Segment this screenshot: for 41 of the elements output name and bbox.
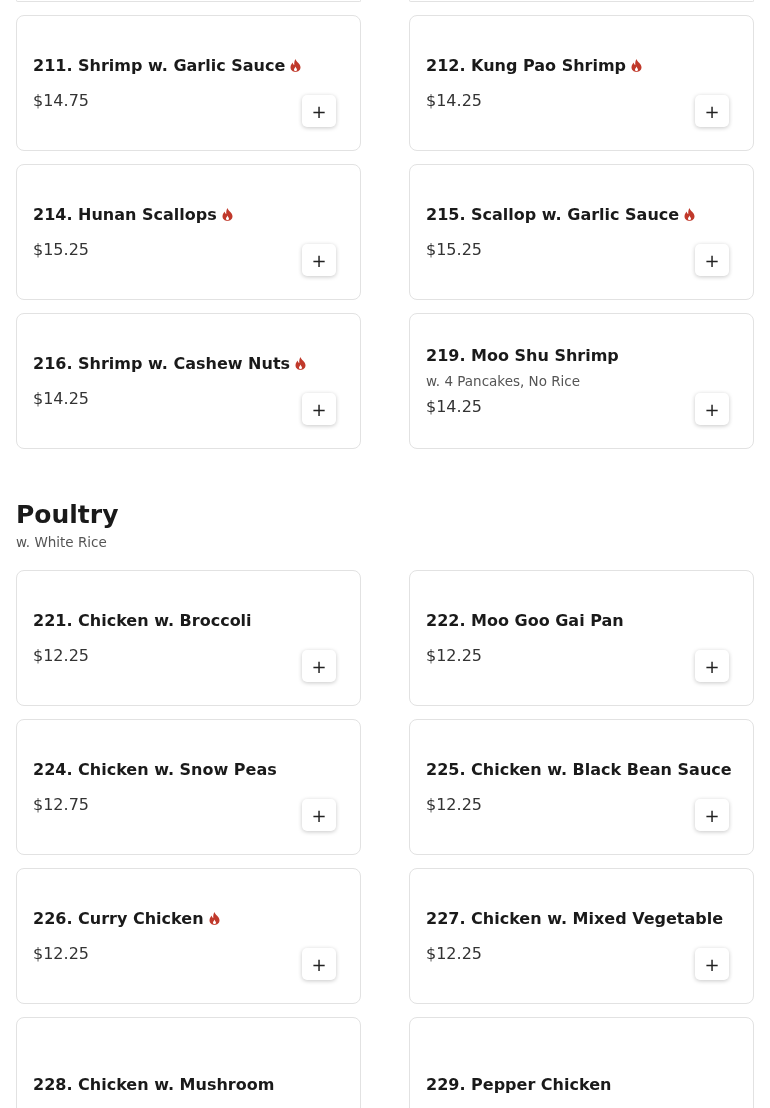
add-button[interactable]: + [302,650,336,682]
dish-name: 225. Chicken w. Black Bean Sauce [426,758,732,781]
dish-name: 227. Chicken w. Mixed Vegetable [426,907,724,930]
dish-price: $12.25 [426,793,483,816]
dish-name: 212. Kung Pao Shrimp [426,54,627,77]
dish-name: 219. Moo Shu Shrimp [426,344,619,367]
add-button[interactable]: + [695,244,729,276]
add-button[interactable]: + [302,95,336,127]
add-button[interactable]: + [695,393,729,425]
dish-name: 228. Chicken w. Mushroom [33,1074,275,1096]
dish-name: 222. Moo Goo Gai Pan [426,609,624,632]
dish-price: $15.25 [33,238,90,261]
add-button[interactable]: + [302,244,336,276]
add-button[interactable]: + [695,948,729,980]
section-title: Poultry [16,500,120,530]
dish-name: 229. Pepper Chicken [426,1074,612,1096]
dish-price: $14.25 [33,387,90,410]
dish-price: $14.25 [426,395,483,418]
dish-name: 216. Shrimp w. Cashew Nuts [33,352,291,375]
section-subtitle: w. White Rice [16,534,108,550]
add-button[interactable]: + [695,95,729,127]
add-button[interactable]: + [302,799,336,831]
dish-price: $12.25 [33,942,90,965]
dish-price: $12.75 [33,793,90,816]
dish-name: 221. Chicken w. Broccoli [33,609,252,632]
dish-name: 224. Chicken w. Snow Peas [33,758,277,781]
dish-price: $12.25 [33,644,90,667]
dish-description: w. 4 Pancakes, No Rice [426,372,582,390]
add-button[interactable]: + [695,650,729,682]
dish-name: 226. Curry Chicken [33,907,204,930]
dish-name: 215. Scallop w. Garlic Sauce [426,203,680,226]
dish-price: $15.25 [426,238,483,261]
add-button[interactable]: + [302,393,336,425]
add-button[interactable]: + [302,948,336,980]
dish-price: $12.25 [426,644,483,667]
dish-price: $12.25 [426,942,483,965]
dish-price: $14.75 [33,89,90,112]
dish-name: 211. Shrimp w. Garlic Sauce [33,54,286,77]
dish-name: 214. Hunan Scallops [33,203,217,226]
dish-price: $14.25 [426,89,483,112]
add-button[interactable]: + [695,799,729,831]
